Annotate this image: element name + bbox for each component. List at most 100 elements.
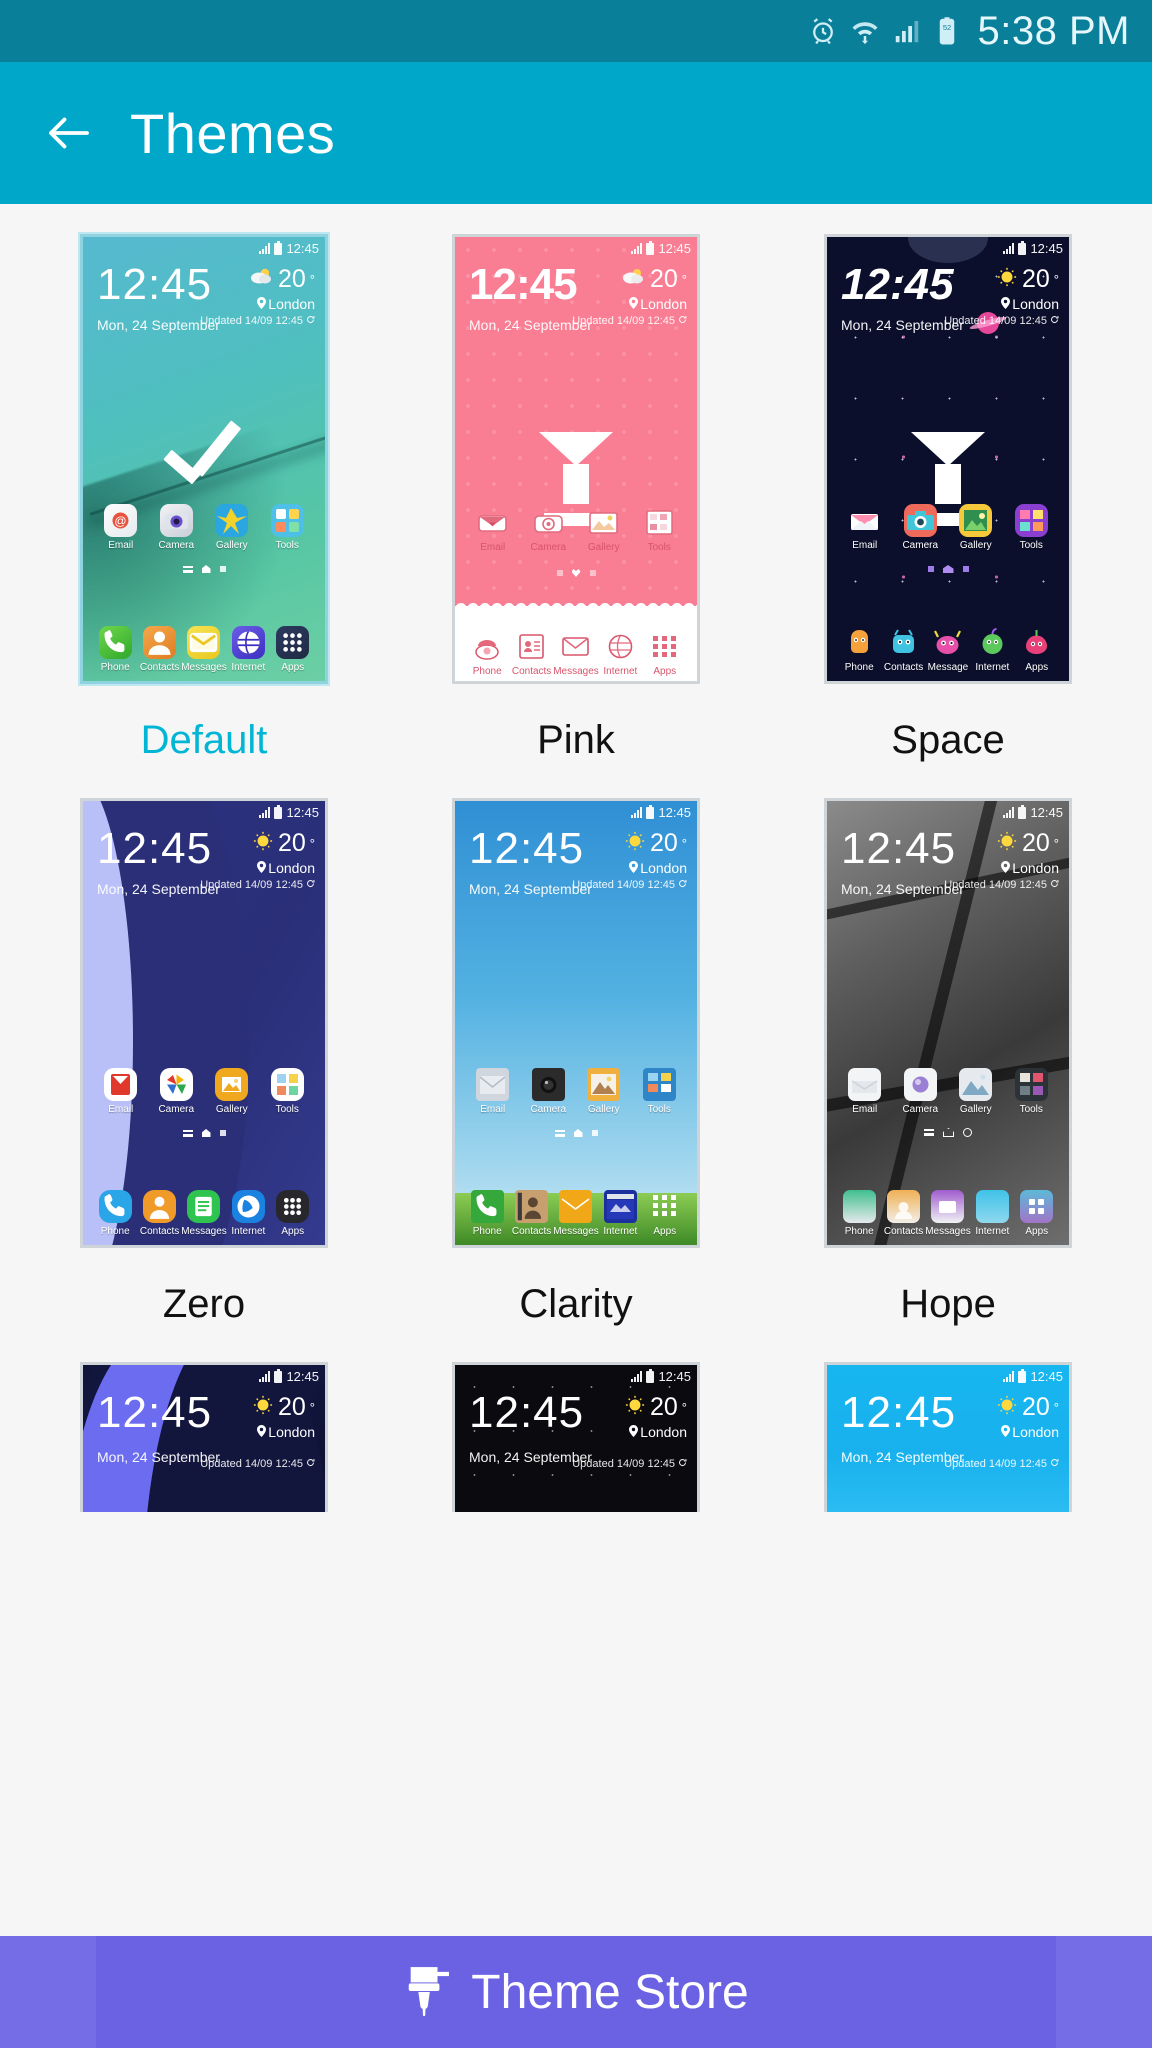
app-label: Camera	[158, 1104, 195, 1115]
app-label: Phone	[472, 666, 502, 677]
app-label: Camera	[530, 1104, 567, 1115]
gallery-icon	[215, 1068, 249, 1101]
preview-dock-internet: Internet	[971, 1190, 1013, 1237]
theme-store-button[interactable]: Theme Store	[0, 1936, 1152, 2048]
internet-icon	[603, 1190, 637, 1223]
app-label: Phone	[472, 1226, 502, 1237]
app-label: Phone	[844, 1226, 874, 1237]
preview-page-indicator	[455, 569, 697, 577]
theme-name-label: Space	[891, 718, 1005, 762]
preview-dock-phone: Phone	[94, 1190, 136, 1237]
preview-status-bar: 12:45	[259, 240, 319, 256]
internet-icon	[231, 1190, 265, 1223]
theme-card-default[interactable]: 12:45 12:45 Mon, 24 September 20 ° Londo…	[18, 234, 390, 788]
theme-preview-clarity[interactable]: 12:45 12:45 Mon, 24 September 20 ° Londo…	[452, 798, 700, 1248]
theme-card-pink[interactable]: 12:45 12:45 Mon, 24 September 20 ° Londo…	[390, 234, 762, 788]
apps-monster-icon	[1020, 626, 1053, 659]
app-label: Internet	[231, 1226, 266, 1237]
app-label: Apps	[1025, 1226, 1049, 1237]
preview-status-bar: 12:45	[631, 240, 691, 256]
apps-grid-icon	[276, 626, 310, 659]
weather-temperature: 20	[1021, 829, 1050, 857]
preview-app-gallery: Gallery	[583, 1068, 625, 1115]
theme-card-hope[interactable]: 12:45 12:45 Mon, 24 September 20 ° Londo…	[762, 798, 1134, 1352]
preview-dock-apps: Apps	[644, 630, 686, 677]
preview-weather-widget: 20 ° London Updated 14/09 12:45	[200, 1393, 315, 1470]
theme-preview-pink[interactable]: 12:45 12:45 Mon, 24 September 20 ° Londo…	[452, 234, 700, 684]
weather-updated: Updated 14/09 12:45	[200, 1458, 303, 1470]
theme-card-zero[interactable]: 12:45 12:45 Mon, 24 September 20 ° Londo…	[18, 798, 390, 1352]
preview-status-time: 12:45	[658, 241, 691, 256]
app-label: Phone	[100, 662, 130, 673]
preview-app-gallery: Gallery	[211, 504, 253, 551]
preview-app-tools: Tools	[638, 1068, 680, 1115]
theme-preview-row3-2[interactable]: 12:45 12:45 Mon, 24 September 20 ° Londo…	[452, 1362, 700, 1512]
preview-dock-contacts: Contacts	[883, 1190, 925, 1237]
theme-card-row3-3[interactable]: 12:45 12:45 Mon, 24 September 20 ° Londo…	[762, 1362, 1134, 1616]
camera-icon	[531, 1068, 565, 1101]
preview-app-email: Email	[472, 506, 514, 553]
theme-name-label: Pink	[537, 718, 615, 762]
theme-card-row3-1[interactable]: 12:45 12:45 Mon, 24 September 20 ° Londo…	[18, 1362, 390, 1616]
messages-icon	[931, 1190, 965, 1223]
preview-weather-widget: 20 ° London Updated 14/09 12:45	[200, 265, 315, 327]
camera-icon	[159, 1068, 193, 1101]
theme-name-label: Default	[140, 718, 268, 762]
weather-updated: Updated 14/09 12:45	[944, 879, 1047, 891]
preview-weather-widget: 20 ° London Updated 14/09 12:45	[944, 829, 1059, 891]
preview-weather-widget: 20 ° London Updated 14/09 12:45	[572, 265, 687, 327]
preview-dock-phone: Phone	[466, 630, 508, 677]
app-label: Email	[852, 540, 878, 551]
contacts-icon	[515, 630, 548, 663]
theme-preview-default[interactable]: 12:45 12:45 Mon, 24 September 20 ° Londo…	[80, 234, 328, 684]
app-label: Messages	[181, 1226, 227, 1237]
page-title: Themes	[130, 101, 336, 165]
app-label: Messages	[925, 1226, 971, 1237]
preview-dock-phone: Phone	[838, 626, 880, 673]
app-label: Apps	[281, 1226, 305, 1237]
messages-monster-icon	[931, 626, 964, 659]
app-label: Internet	[603, 1226, 638, 1237]
tools-icon	[642, 1068, 676, 1101]
preview-dock-internet: Internet	[599, 1190, 641, 1237]
selected-checkmark-icon	[157, 434, 251, 502]
weather-temperature: 20	[649, 829, 678, 857]
weather-degree-symbol: °	[1053, 1400, 1059, 1415]
gallery-icon	[587, 1068, 621, 1101]
weather-city: London	[1012, 1424, 1059, 1440]
refresh-icon	[1050, 1458, 1059, 1470]
tools-icon	[270, 1068, 304, 1101]
preview-page-indicator	[827, 565, 1069, 573]
contacts-icon	[515, 1190, 549, 1223]
app-label: Internet	[975, 1226, 1010, 1237]
theme-preview-zero[interactable]: 12:45 12:45 Mon, 24 September 20 ° Londo…	[80, 798, 328, 1248]
weather-updated: Updated 14/09 12:45	[944, 1458, 1047, 1470]
theme-preview-row3-3[interactable]: 12:45 12:45 Mon, 24 September 20 ° Londo…	[824, 1362, 1072, 1512]
app-label: Contacts	[883, 1226, 924, 1237]
theme-preview-row3-1[interactable]: 12:45 12:45 Mon, 24 September 20 ° Londo…	[80, 1362, 328, 1512]
app-label: Contacts	[883, 662, 924, 673]
preview-dock-messages: Messages	[553, 1190, 599, 1237]
preview-dock-messages: Messages	[553, 630, 599, 677]
weather-sun-icon	[252, 1395, 274, 1420]
preview-app-email: Email	[100, 1068, 142, 1115]
app-label: Phone	[844, 662, 874, 673]
preview-dock-contacts: Contacts	[511, 1190, 553, 1237]
weather-cloud-sun-icon	[248, 267, 274, 292]
theme-card-clarity[interactable]: 12:45 12:45 Mon, 24 September 20 ° Londo…	[390, 798, 762, 1352]
preview-status-bar: 12:45	[1003, 240, 1063, 256]
weather-updated: Updated 14/09 12:45	[944, 315, 1047, 327]
preview-status-bar: 12:45	[631, 804, 691, 820]
preview-status-time: 12:45	[286, 1369, 319, 1384]
theme-preview-hope[interactable]: 12:45 12:45 Mon, 24 September 20 ° Londo…	[824, 798, 1072, 1248]
back-arrow-icon[interactable]	[42, 106, 96, 160]
app-label: Contacts	[511, 666, 552, 677]
theme-card-row3-2[interactable]: 12:45 12:45 Mon, 24 September 20 ° Londo…	[390, 1362, 762, 1616]
theme-card-space[interactable]: 12:45 12:45 Mon, 24 September 20 ° Londo…	[762, 234, 1134, 788]
app-label: Gallery	[215, 1104, 248, 1115]
internet-icon	[231, 626, 265, 659]
themes-scroll-area[interactable]: 12:45 12:45 Mon, 24 September 20 ° Londo…	[0, 204, 1152, 2048]
theme-preview-space[interactable]: 12:45 12:45 Mon, 24 September 20 ° Londo…	[824, 234, 1072, 684]
app-label: Internet	[975, 662, 1010, 673]
internet-monster-icon	[976, 626, 1009, 659]
